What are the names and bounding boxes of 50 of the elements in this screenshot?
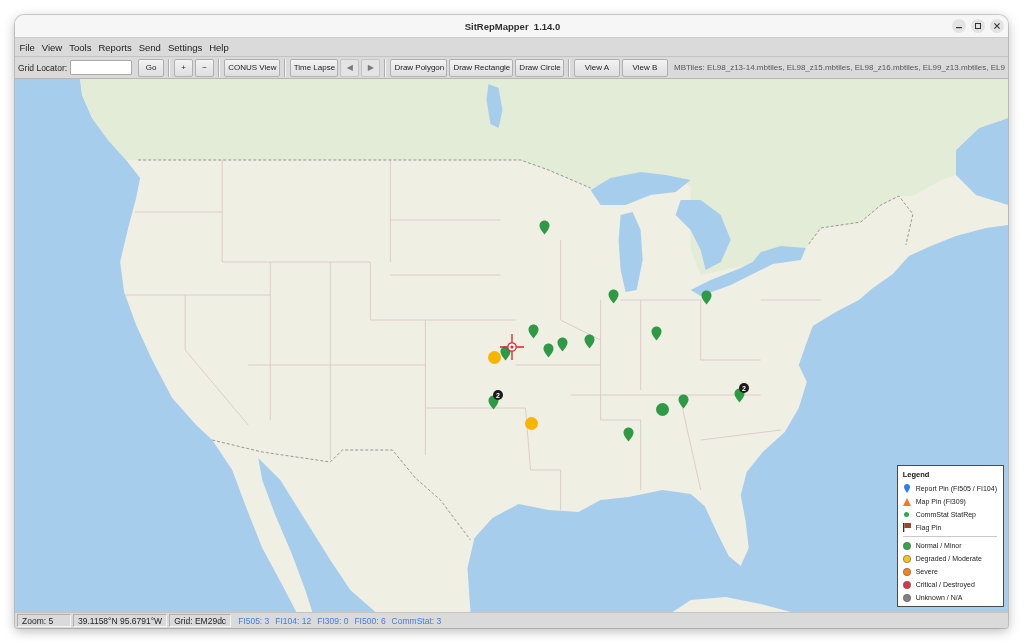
maximize-button[interactable] xyxy=(971,19,985,33)
close-icon xyxy=(994,23,1000,29)
menu-item[interactable]: Reports xyxy=(94,39,136,55)
menu-item[interactable]: View xyxy=(38,39,66,55)
map-marker-icon[interactable] xyxy=(677,394,689,409)
menu-item[interactable]: Send xyxy=(135,39,165,55)
toolbar-button[interactable]: Go xyxy=(138,58,165,77)
toolbar-button[interactable]: Draw Rectangle xyxy=(449,58,514,77)
map-marker-icon[interactable] xyxy=(607,289,619,304)
report-count: FI505: 3 xyxy=(238,615,270,626)
field-label: Grid Locator: xyxy=(18,62,68,73)
report-count: FI104: 12 xyxy=(275,615,312,626)
zoom-readout: Zoom: 5 xyxy=(17,614,71,627)
close-button[interactable] xyxy=(990,19,1004,33)
pin-icon xyxy=(903,484,910,493)
menu-item[interactable]: Help xyxy=(205,39,233,55)
map-marker-icon[interactable] xyxy=(583,334,595,349)
map-marker-icon[interactable] xyxy=(700,290,712,305)
menu-item[interactable]: File xyxy=(16,39,39,55)
toolbar-button[interactable]: CONUS View xyxy=(224,58,280,77)
map-marker-icon[interactable] xyxy=(527,324,539,339)
toolbar-button[interactable]: Draw Polygon xyxy=(390,58,448,77)
toolbar-button[interactable]: + xyxy=(174,58,194,77)
toolbar-button[interactable]: − xyxy=(195,58,215,77)
map-marker-icon[interactable] xyxy=(538,220,550,235)
triangle-icon xyxy=(902,497,911,506)
toolbar-button[interactable]: View A xyxy=(574,58,620,77)
coordinates-readout: 39.1158°N 95.6791°W xyxy=(73,614,168,627)
report-count: CommStat: 3 xyxy=(391,615,442,626)
toolbar-button[interactable]: Time Lapse xyxy=(289,58,339,77)
minimize-icon xyxy=(956,27,962,29)
map-marker-icon[interactable] xyxy=(556,337,568,352)
window-title: SitRepMapper 1.14.0 xyxy=(464,20,561,32)
maximize-icon xyxy=(975,23,981,29)
toolbar-button[interactable]: Draw Circle xyxy=(515,58,564,77)
report-count: FI309: 0 xyxy=(317,615,349,626)
toolbar-button[interactable]: View B xyxy=(622,58,668,77)
dot-icon xyxy=(904,512,910,517)
menu-item[interactable]: Settings xyxy=(164,39,206,55)
report-count: FI500: 6 xyxy=(354,615,386,626)
map-marker-icon[interactable] xyxy=(650,326,662,341)
menu-item[interactable]: Tools xyxy=(65,39,95,55)
minimize-button[interactable] xyxy=(952,19,966,33)
grid-readout: Grid: EM29dc xyxy=(169,614,232,627)
map-marker-icon[interactable] xyxy=(622,427,634,442)
map-marker-icon[interactable] xyxy=(542,343,554,358)
tiles-info-text: MBTiles: EL98_z13-14.mbtiles, EL98_z15.mbtiles, EL98_z16.mbtiles, EL99_z13.mbtiles, EL9 xyxy=(674,63,1005,72)
grid-locator-field[interactable] xyxy=(70,60,133,75)
crosshair-icon xyxy=(500,334,524,360)
flag-icon xyxy=(902,523,911,532)
